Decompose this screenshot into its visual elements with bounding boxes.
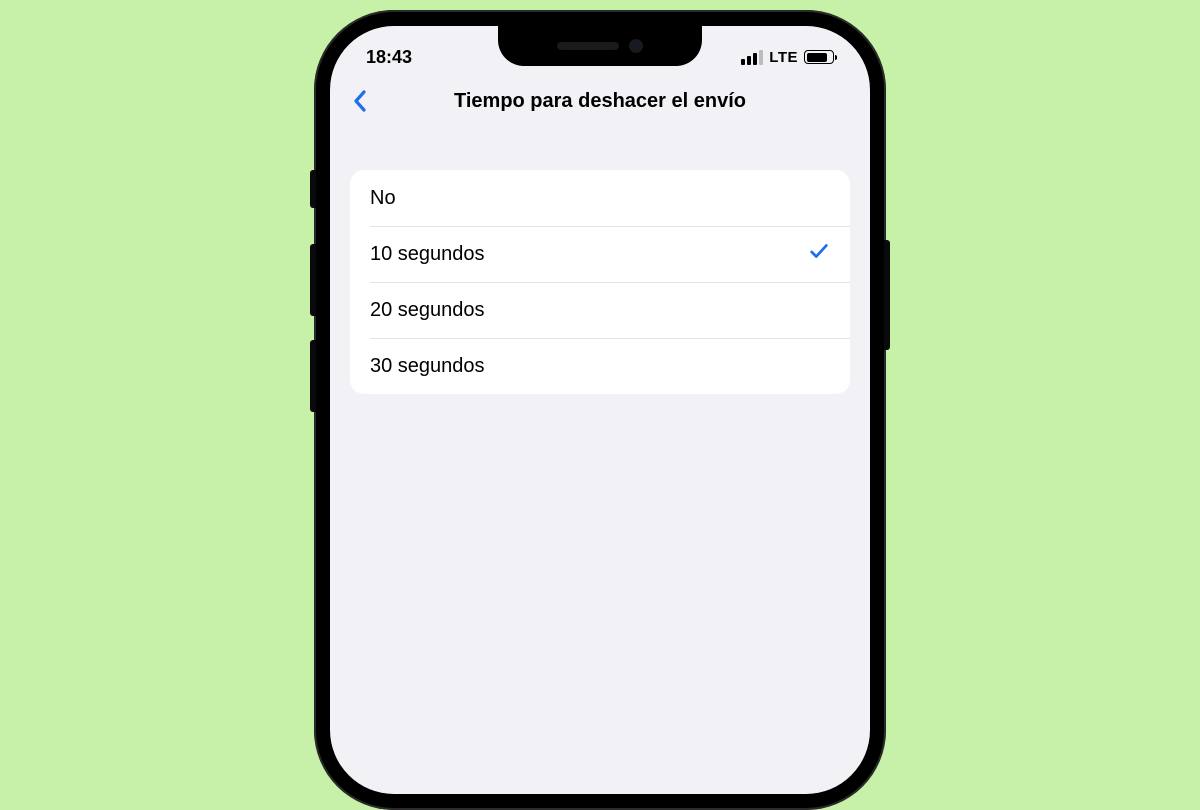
- chevron-left-icon: [352, 89, 368, 113]
- network-label: LTE: [769, 49, 798, 66]
- side-buttons-left: [310, 170, 316, 436]
- status-indicators: LTE: [741, 49, 834, 66]
- option-label: 10 segundos: [370, 243, 485, 266]
- back-button[interactable]: [342, 83, 378, 119]
- check-icon: [808, 240, 830, 268]
- battery-icon: [804, 50, 834, 64]
- option-no[interactable]: No: [350, 170, 850, 226]
- screen: 18:43 LTE Tiempo para deshacer el envío: [330, 26, 870, 794]
- undo-send-delay-options: No 10 segundos 20 segundos: [350, 170, 850, 394]
- status-time: 18:43: [366, 47, 412, 68]
- option-10-seconds[interactable]: 10 segundos: [350, 226, 850, 282]
- option-label: 20 segundos: [370, 299, 485, 322]
- nav-bar: Tiempo para deshacer el envío: [330, 76, 870, 126]
- content: No 10 segundos 20 segundos: [330, 126, 870, 394]
- option-20-seconds[interactable]: 20 segundos: [350, 282, 850, 338]
- notch: [498, 26, 702, 66]
- page-title: Tiempo para deshacer el envío: [330, 90, 870, 113]
- option-label: No: [370, 187, 396, 210]
- option-30-seconds[interactable]: 30 segundos: [350, 338, 850, 394]
- side-buttons-right: [884, 240, 890, 350]
- signal-icon: [741, 50, 763, 65]
- phone-frame: 18:43 LTE Tiempo para deshacer el envío: [314, 10, 886, 810]
- option-label: 30 segundos: [370, 355, 485, 378]
